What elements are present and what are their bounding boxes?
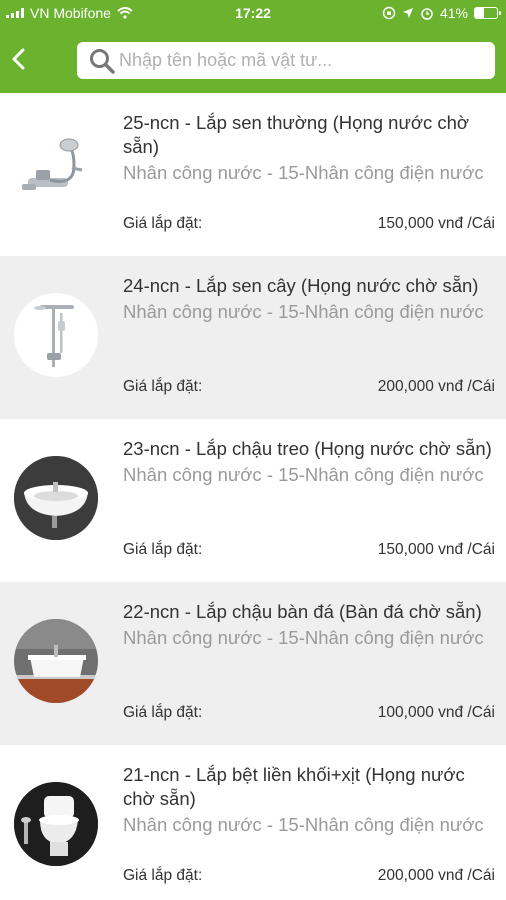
price-row: Giá lắp đặt: 200,000 vnđ /Cái xyxy=(123,378,495,396)
price-value: 150,000 vnđ /Cái xyxy=(377,215,495,232)
item-category: Nhân công nước - 15-Nhân công điện nước xyxy=(123,627,484,648)
item-title: 24-ncn - Lắp sen cây (Họng nước chờ sẵn) xyxy=(123,275,479,296)
price-label: Giá lắp đặt: xyxy=(123,215,203,232)
alarm-icon xyxy=(421,8,433,20)
price-row: Giá lắp đặt: 200,000 vnđ /Cái xyxy=(123,867,495,885)
toilet-icon xyxy=(14,782,98,866)
list-item[interactable]: 23-ncn - Lắp chậu treo (Họng nước chờ sẵ… xyxy=(0,419,506,582)
list-item[interactable]: 22-ncn - Lắp chậu bàn đá (Bàn đá chờ sẵn… xyxy=(0,582,506,745)
product-image xyxy=(14,619,98,703)
price-label: Giá lắp đặt: xyxy=(123,704,203,721)
price-row: Giá lắp đặt: 100,000 vnđ /Cái xyxy=(123,704,495,722)
item-category: Nhân công nước - 15-Nhân công điện nước xyxy=(123,464,484,485)
product-image xyxy=(14,130,98,214)
battery-percent: 41% xyxy=(439,5,468,21)
counter-basin-icon xyxy=(14,619,98,703)
price-label: Giá lắp đặt: xyxy=(123,541,203,558)
wall-basin-icon xyxy=(14,456,98,540)
search-bar[interactable] xyxy=(77,42,495,79)
price-value: 200,000 vnđ /Cái xyxy=(377,378,495,395)
list-item[interactable]: 24-ncn - Lắp sen cây (Họng nước chờ sẵn)… xyxy=(0,256,506,419)
item-title: 21-ncn - Lắp bệt liền khối+xịt (Họng nướ… xyxy=(123,764,465,809)
product-list: 25-ncn - Lắp sen thường (Họng nước chờ s… xyxy=(0,93,506,900)
shower-column-icon xyxy=(34,305,74,367)
price-row: Giá lắp đặt: 150,000 vnđ /Cái xyxy=(123,215,495,233)
price-label: Giá lắp đặt: xyxy=(123,378,203,395)
product-image xyxy=(14,293,98,377)
screen-rotation-lock-icon xyxy=(382,6,396,20)
item-title: 22-ncn - Lắp chậu bàn đá (Bàn đá chờ sẵn… xyxy=(123,601,482,622)
location-icon xyxy=(402,8,413,18)
product-image xyxy=(14,456,98,540)
app-header xyxy=(0,26,506,93)
item-title: 25-ncn - Lắp sen thường (Họng nước chờ s… xyxy=(123,112,470,157)
product-image xyxy=(14,782,98,866)
chevron-left-icon xyxy=(12,48,25,70)
price-value: 150,000 vnđ /Cái xyxy=(377,541,495,558)
list-item[interactable]: 25-ncn - Lắp sen thường (Họng nước chờ s… xyxy=(0,93,506,256)
status-bar: VN Mobifone 17:22 41% xyxy=(0,0,506,26)
battery-icon xyxy=(474,7,501,19)
search-input[interactable] xyxy=(119,50,479,71)
item-title: 23-ncn - Lắp chậu treo (Họng nước chờ sẵ… xyxy=(123,438,492,459)
item-category: Nhân công nước - 15-Nhân công điện nước xyxy=(123,301,484,322)
shower-mixer-icon xyxy=(22,138,83,190)
search-icon xyxy=(90,48,115,74)
price-label: Giá lắp đặt: xyxy=(123,867,203,884)
price-value: 200,000 vnđ /Cái xyxy=(377,867,495,884)
item-category: Nhân công nước - 15-Nhân công điện nước xyxy=(123,814,484,835)
list-item[interactable]: 21-ncn - Lắp bệt liền khối+xịt (Họng nướ… xyxy=(0,745,506,900)
price-value: 100,000 vnđ /Cái xyxy=(377,704,495,721)
back-button[interactable] xyxy=(4,42,32,76)
item-category: Nhân công nước - 15-Nhân công điện nước xyxy=(123,162,484,183)
price-row: Giá lắp đặt: 150,000 vnđ /Cái xyxy=(123,541,495,559)
